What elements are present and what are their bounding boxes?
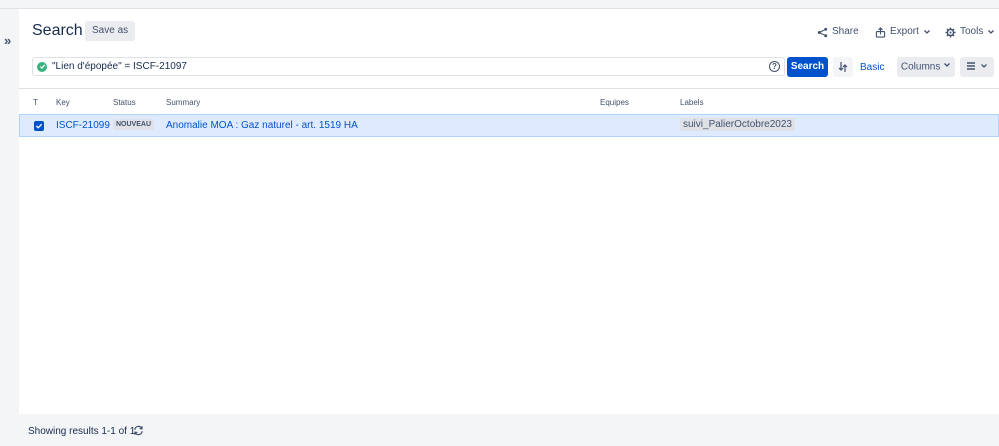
export-label: Export [890,26,919,37]
refresh-icon[interactable] [133,425,144,439]
help-icon[interactable]: ? [769,61,780,72]
expand-sidebar-icon[interactable]: » [4,33,11,48]
gear-icon [945,26,956,38]
chevron-down-icon [923,28,931,36]
issue-label-chip[interactable]: suivi_PalierOctobre2023 [680,118,795,131]
results-count: Showing results 1-1 of 1 [28,426,136,437]
search-button[interactable]: Search [787,57,828,77]
page-title: Search [32,22,83,39]
column-header-labels[interactable]: Labels [680,98,704,107]
column-header-summary[interactable]: Summary [166,98,200,107]
chevron-down-icon [987,28,995,36]
status-badge: NOUVEAU [113,119,155,130]
basic-mode-link[interactable]: Basic [860,62,884,73]
issue-summary-link[interactable]: Anomalie MOA : Gaz naturel - art. 1519 H… [166,120,358,131]
chevron-down-icon [980,61,988,73]
table-row[interactable]: ISCF-21099 NOUVEAU Anomalie MOA : Gaz na… [19,114,999,137]
tools-button[interactable]: Tools [945,23,995,41]
divider [19,88,999,89]
columns-button[interactable]: Columns [897,57,955,77]
share-label: Share [832,26,859,37]
jql-query-text: "Lien d'épopée" = ISCF-21097 [52,61,187,72]
save-as-button[interactable]: Save as [85,21,136,41]
chevron-down-icon [943,57,951,77]
tools-label: Tools [960,26,984,37]
search-panel: Search Save as Share Export Tools "Lien … [19,9,999,414]
switch-mode-icon[interactable] [833,57,853,77]
share-button[interactable]: Share [817,23,859,41]
valid-check-icon [37,61,47,72]
column-header-status[interactable]: Status [113,98,136,107]
column-header-key[interactable]: Key [56,98,70,107]
columns-label: Columns [900,61,941,73]
view-options-button[interactable] [960,57,994,77]
jql-query-input[interactable]: "Lien d'épopée" = ISCF-21097 ? [32,57,785,76]
column-header-type[interactable]: T [33,98,38,107]
issue-key-link[interactable]: ISCF-21099 [56,120,110,131]
export-icon [875,26,886,38]
left-rail: » [0,9,19,446]
menu-icon [966,61,976,73]
column-header-equipes[interactable]: Equipes [600,98,629,107]
share-icon [817,27,828,38]
top-bar [0,0,999,9]
row-checkbox[interactable] [34,121,44,131]
export-button[interactable]: Export [875,23,931,41]
